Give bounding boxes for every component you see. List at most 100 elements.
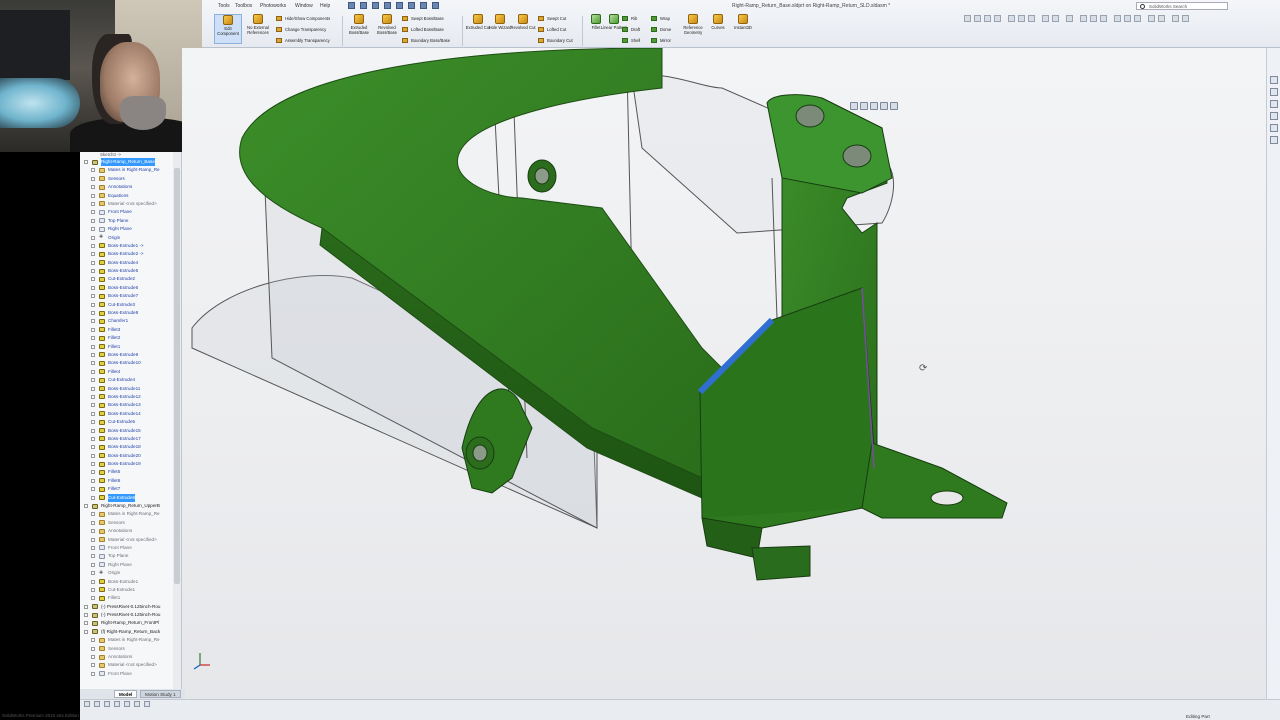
tree-node[interactable]: Sensors <box>80 175 181 183</box>
lofted-cut-button[interactable]: Lofted Cut <box>538 26 566 33</box>
tree-node[interactable]: Annotations <box>80 527 181 535</box>
tree-node[interactable]: Equations <box>80 192 181 200</box>
roll-view-icon[interactable] <box>1100 15 1107 22</box>
expand-toggle-icon[interactable] <box>91 478 95 483</box>
camera-icon[interactable] <box>1124 15 1131 22</box>
expand-toggle-icon[interactable] <box>91 411 95 416</box>
tree-node[interactable]: Material <not specified> <box>80 661 181 669</box>
expand-toggle-icon[interactable] <box>91 487 95 492</box>
new-file-icon[interactable] <box>348 2 355 9</box>
expand-toggle-icon[interactable] <box>91 378 95 383</box>
expand-toggle-icon[interactable] <box>91 285 95 290</box>
tree-node[interactable]: Cut-Extrude3 <box>80 301 181 309</box>
tree-node[interactable]: Boss-Extrude2 -> <box>80 250 181 258</box>
expand-toggle-icon[interactable] <box>91 319 95 324</box>
revolved-boss-button[interactable]: Revolved Boss/Base <box>373 14 401 44</box>
design-library-icon[interactable] <box>1270 88 1278 96</box>
edit-appearance-icon[interactable] <box>1042 15 1049 22</box>
expand-toggle-icon[interactable] <box>91 646 95 651</box>
display-mode-icon[interactable] <box>890 102 898 110</box>
tree-node[interactable]: Cut-Extrude1 <box>80 586 181 594</box>
expand-toggle-icon[interactable] <box>91 512 95 517</box>
tree-node[interactable]: Cut-Extrude4 <box>80 376 181 384</box>
expand-toggle-icon[interactable] <box>91 495 95 500</box>
expand-toggle-icon[interactable] <box>91 638 95 643</box>
expand-toggle-icon[interactable] <box>91 663 95 668</box>
expand-toggle-icon[interactable] <box>91 445 95 450</box>
expand-toggle-icon[interactable] <box>91 453 95 458</box>
tree-node[interactable]: Boss-Extrude18 <box>80 443 181 451</box>
tree-node[interactable]: Material <not specified> <box>80 536 181 544</box>
change-transparency-button[interactable]: Change Transparency <box>276 26 326 33</box>
tree-node[interactable]: Fillet4 <box>80 368 181 376</box>
expand-toggle-icon[interactable] <box>91 587 95 592</box>
menu-tools[interactable]: Tools <box>218 3 230 9</box>
tree-node[interactable]: Right Plane <box>80 225 181 233</box>
tree-node[interactable]: Boss-Extrude15 <box>80 427 181 435</box>
tree-node[interactable]: Chamfer1 <box>80 317 181 325</box>
tree-scroll-thumb[interactable] <box>174 168 180 584</box>
tree-node[interactable]: Boss-Extrude7 <box>80 292 181 300</box>
previous-view-icon[interactable] <box>984 15 991 22</box>
status-icon-1[interactable] <box>84 701 90 707</box>
feature-manager-tree[interactable]: Sketch3 -> Right-Ramp_Return_Base Mates i… <box>80 152 182 689</box>
zoom-fit-icon[interactable] <box>850 102 858 110</box>
expand-toggle-icon[interactable] <box>91 243 95 248</box>
boundary-cut-button[interactable]: Boundary Cut <box>538 37 573 44</box>
tree-node[interactable]: Boss-Extrude17 <box>80 435 181 443</box>
tree-node[interactable]: Sensors <box>80 645 181 653</box>
undo-icon[interactable] <box>396 2 403 9</box>
expand-toggle-icon[interactable] <box>84 604 88 609</box>
expand-toggle-icon[interactable] <box>91 394 95 399</box>
tree-node[interactable]: (f) Right-Ramp_Return_Back <box>80 628 181 636</box>
tree-node[interactable]: Fillet1 <box>80 343 181 351</box>
expand-toggle-icon[interactable] <box>91 428 95 433</box>
expand-toggle-icon[interactable] <box>91 554 95 559</box>
mirror-button[interactable]: Mirror <box>651 37 671 44</box>
custom-properties-icon[interactable] <box>1270 136 1278 144</box>
boundary-boss-button[interactable]: Boundary Boss/Base <box>402 37 450 44</box>
tree-node[interactable]: Mates in Right-Ramp_Re <box>80 636 181 644</box>
pan-icon[interactable] <box>1090 15 1097 22</box>
zoom-window-icon[interactable] <box>860 102 868 110</box>
edit-component-button[interactable]: Edit Component <box>214 14 242 44</box>
tab-motion-study[interactable]: Motion Study 1 <box>140 690 181 698</box>
swept-cut-button[interactable]: Swept Cut <box>538 15 566 22</box>
expand-toggle-icon[interactable] <box>91 193 95 198</box>
tree-node[interactable]: Top Plane <box>80 552 181 560</box>
tree-node[interactable]: Front Plane <box>80 670 181 678</box>
expand-toggle-icon[interactable] <box>84 629 88 634</box>
rebuild-icon[interactable] <box>420 2 427 9</box>
hide-show-components-button[interactable]: Hide/Show Components <box>276 15 330 22</box>
curves-button[interactable]: Curves <box>704 14 732 44</box>
tree-node[interactable]: Mates in Right-Ramp_Re <box>80 510 181 518</box>
menu-toolbox[interactable]: Toolbox <box>235 3 252 9</box>
status-icon-5[interactable] <box>124 701 130 707</box>
expand-toggle-icon[interactable] <box>91 168 95 173</box>
appearances-icon[interactable] <box>1270 124 1278 132</box>
tree-node[interactable]: Boss-Extrude9 <box>80 351 181 359</box>
display-style-icon[interactable] <box>1018 15 1025 22</box>
tree-node[interactable]: Boss-Extrude6 <box>80 284 181 292</box>
tree-node[interactable]: Boss-Extrude5 <box>80 267 181 275</box>
expand-toggle-icon[interactable] <box>91 537 95 542</box>
expand-toggle-icon[interactable] <box>84 160 88 164</box>
toolbox-icon[interactable] <box>1182 15 1189 22</box>
tree-node[interactable]: Boss-Extrude11 <box>80 385 181 393</box>
tree-node[interactable]: Boss-Extrude12 <box>80 393 181 401</box>
no-external-references-button[interactable]: No External References <box>244 14 272 44</box>
expand-toggle-icon[interactable] <box>91 562 95 567</box>
expand-toggle-icon[interactable] <box>91 176 95 181</box>
expand-toggle-icon[interactable] <box>91 369 95 374</box>
expand-toggle-icon[interactable] <box>91 327 95 332</box>
lofted-boss-button[interactable]: Lofted Boss/Base <box>402 26 444 33</box>
expand-toggle-icon[interactable] <box>91 529 95 534</box>
tree-node[interactable]: Mates in Right-Ramp_Re <box>80 166 181 174</box>
draft-button[interactable]: Draft <box>622 26 640 33</box>
photoworks-icon[interactable] <box>1172 15 1179 22</box>
tree-node[interactable]: Annotations <box>80 183 181 191</box>
tree-node[interactable]: Boss-Extrude1 <box>80 578 181 586</box>
expand-toggle-icon[interactable] <box>91 336 95 341</box>
tree-node[interactable]: Cut-Extrude5 <box>80 418 181 426</box>
tree-node[interactable]: Boss-Extrude19 <box>80 460 181 468</box>
